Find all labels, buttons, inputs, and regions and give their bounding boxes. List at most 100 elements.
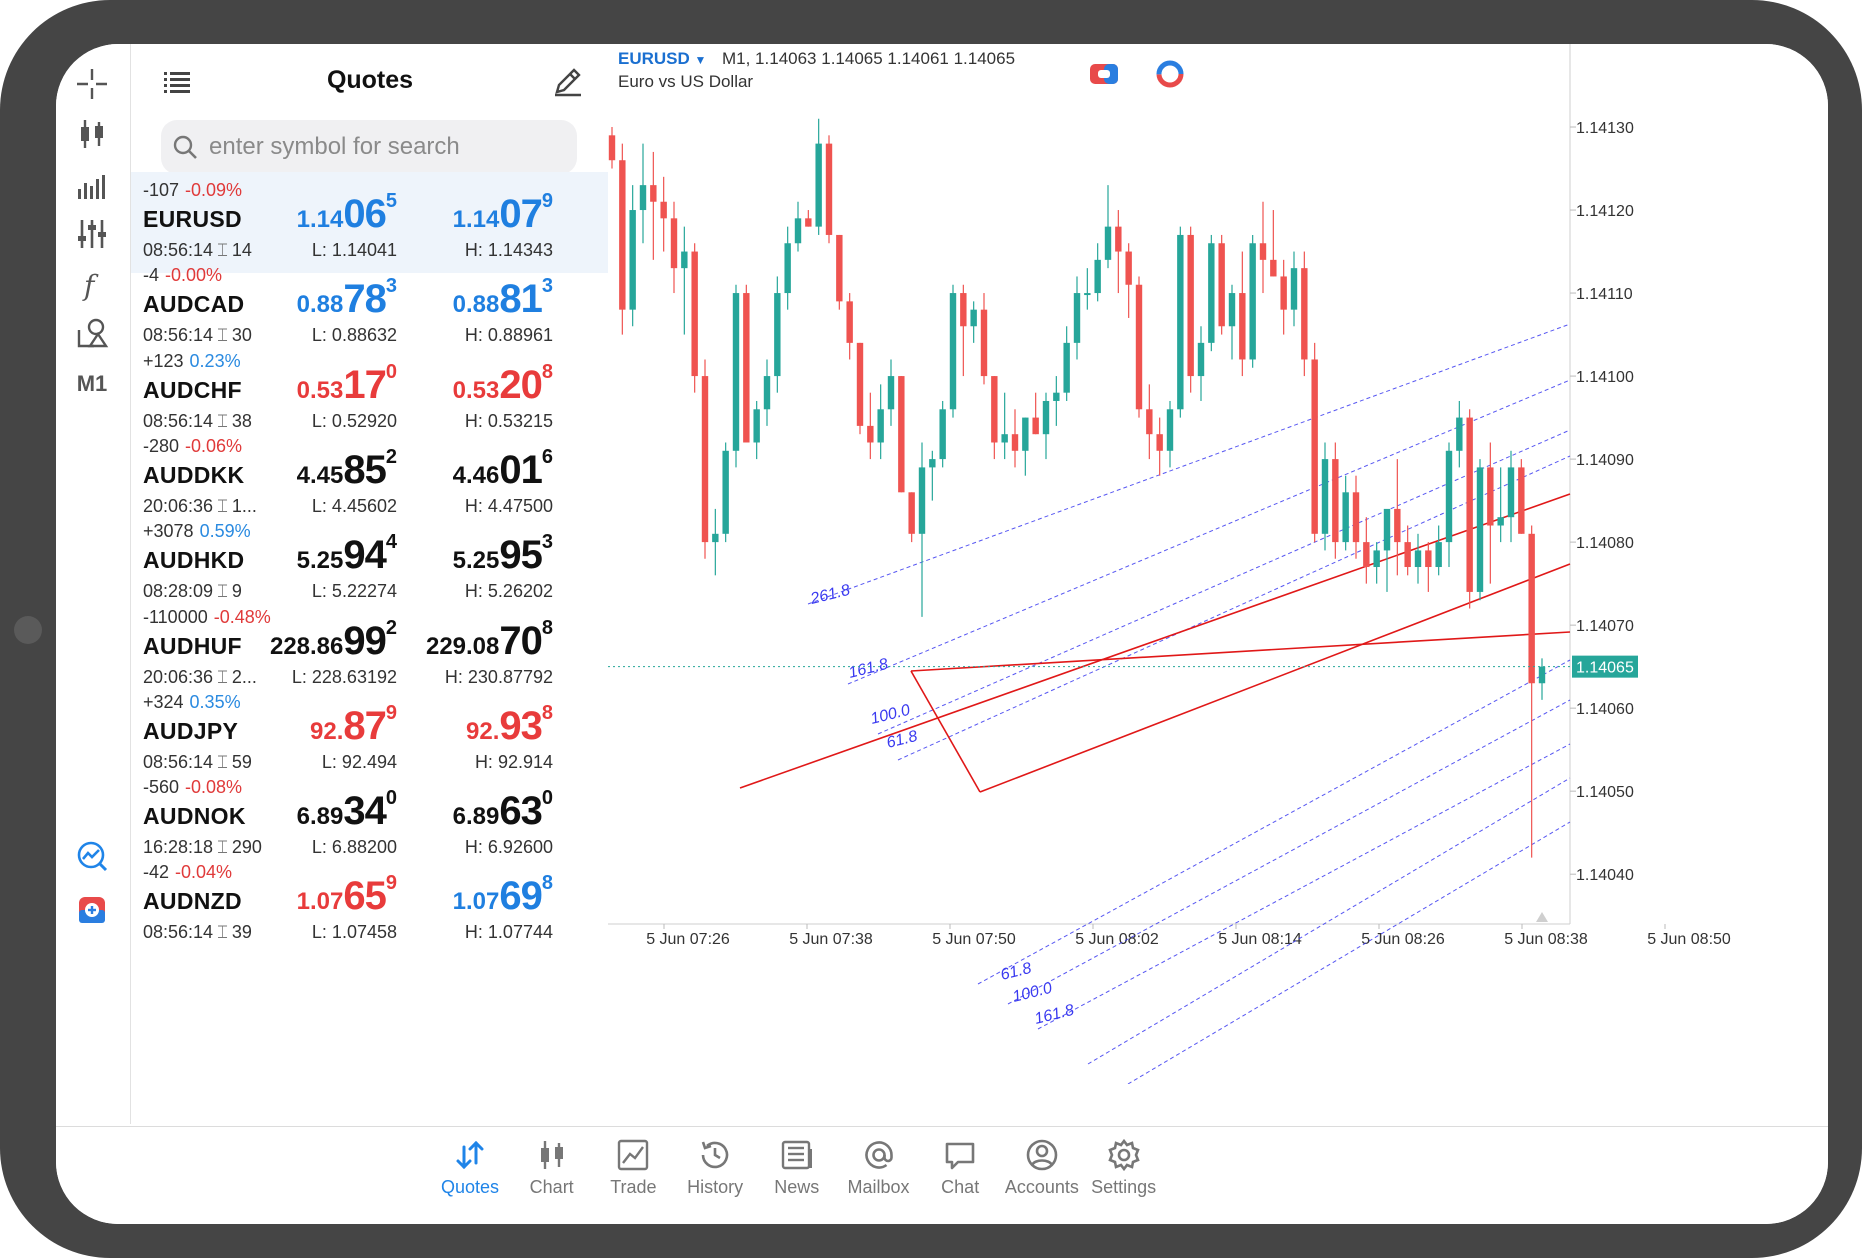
price-axis-label: 1.14090 bbox=[1576, 452, 1634, 469]
bid-price[interactable]: 4.45852 bbox=[227, 446, 397, 493]
bid-price-pips: 78 bbox=[343, 277, 386, 322]
ask-price[interactable]: 92.938 bbox=[383, 702, 553, 749]
depth-of-market-icon[interactable] bbox=[1154, 58, 1186, 90]
price-axis-label: 1.14050 bbox=[1576, 784, 1634, 801]
candle bbox=[1166, 400, 1174, 468]
new-order-icon[interactable] bbox=[70, 888, 114, 932]
quote-row-partial[interactable] bbox=[131, 940, 609, 952]
fib-level-label: 161.8 bbox=[1033, 1002, 1076, 1028]
bid-price[interactable]: 1.14065 bbox=[227, 190, 397, 237]
candle bbox=[1394, 459, 1401, 576]
bid-price[interactable]: 5.25944 bbox=[227, 531, 397, 578]
candle bbox=[1352, 475, 1360, 559]
candle bbox=[1435, 525, 1442, 576]
bid-price[interactable]: 6.89340 bbox=[227, 787, 397, 834]
candle bbox=[1456, 400, 1463, 468]
ask-price-fraction: 6 bbox=[541, 445, 553, 468]
trading-signals-icon[interactable] bbox=[70, 834, 114, 878]
price-axis-label: 1.14110 bbox=[1576, 286, 1633, 303]
candle bbox=[629, 185, 636, 327]
candle bbox=[1249, 234, 1256, 368]
candle bbox=[1270, 210, 1277, 277]
bid-price[interactable]: 0.88783 bbox=[227, 275, 397, 322]
fib-channel-line bbox=[877, 429, 1571, 735]
candle bbox=[1001, 392, 1008, 460]
candle bbox=[1073, 276, 1081, 360]
ask-price-prefix: 229.08 bbox=[425, 632, 500, 660]
bid-price-prefix: 1.14 bbox=[296, 206, 344, 233]
candle bbox=[619, 143, 626, 335]
ask-price[interactable]: 0.88813 bbox=[383, 275, 553, 322]
candle bbox=[763, 359, 771, 426]
candle bbox=[1115, 210, 1122, 294]
symbol-search-input[interactable] bbox=[207, 132, 571, 162]
bid-price[interactable]: 92.879 bbox=[227, 702, 397, 749]
time-axis-label: 5 Jun 08:50 bbox=[1647, 931, 1731, 948]
candle bbox=[1321, 442, 1329, 551]
chart-area[interactable]: 1.14130 1.14120 1.14110 1.14100 1.14090 1.140… bbox=[608, 44, 1828, 1124]
one-click-trading-icon[interactable] bbox=[1088, 58, 1120, 90]
change-percent: -0.00% bbox=[165, 265, 223, 286]
ask-price-pips: 81 bbox=[499, 277, 542, 322]
symbol-search-box[interactable] bbox=[161, 120, 577, 174]
candle bbox=[1290, 251, 1298, 327]
candle bbox=[1404, 525, 1411, 576]
chat-bubble-icon bbox=[945, 1142, 975, 1170]
bid-price-pips: 99 bbox=[343, 618, 386, 663]
candle bbox=[1383, 508, 1391, 592]
candle bbox=[908, 492, 915, 543]
candle bbox=[1425, 542, 1432, 592]
candlestick-chart[interactable]: 1.14130 1.14120 1.14110 1.14100 1.14090 1.140… bbox=[608, 44, 1828, 1084]
bid-price[interactable]: 228.86992 bbox=[227, 617, 397, 664]
fib-level-label: 261.8 bbox=[808, 582, 852, 608]
change-points: -560 bbox=[143, 777, 180, 798]
change-points: +3078 bbox=[143, 521, 194, 542]
crosshair-icon[interactable] bbox=[70, 62, 114, 106]
bid-price-pips: 65 bbox=[343, 874, 386, 919]
ask-price[interactable]: 4.46016 bbox=[383, 445, 553, 493]
indicators-bars-icon[interactable] bbox=[70, 163, 114, 207]
sliders-settings-icon[interactable] bbox=[70, 212, 114, 256]
change-points: -4 bbox=[143, 265, 160, 286]
bid-price-prefix: 6.89 bbox=[296, 803, 344, 831]
fib-channel-line bbox=[1127, 821, 1571, 1084]
ask-price[interactable]: 1.07698 bbox=[383, 872, 553, 919]
chart-symbol-selector[interactable]: EURUSD ▼ bbox=[618, 49, 706, 69]
candle bbox=[1094, 243, 1101, 302]
candle bbox=[794, 201, 802, 252]
ask-price-fraction: 8 bbox=[541, 360, 553, 383]
chart-ohlc: M1, 1.14063 1.14065 1.14061 1.14065 bbox=[722, 49, 1016, 68]
function-f-icon[interactable]: f bbox=[70, 262, 114, 306]
candle bbox=[1445, 442, 1453, 568]
edit-pencil-icon[interactable] bbox=[551, 64, 585, 98]
candle bbox=[1177, 226, 1184, 418]
bid-price-prefix: 5.25 bbox=[296, 547, 344, 575]
ask-price[interactable]: 1.14079 bbox=[383, 190, 553, 237]
change-points: -280 bbox=[143, 435, 180, 456]
ask-price-pips: 70 bbox=[499, 618, 542, 663]
ask-price[interactable]: 229.08708 bbox=[383, 617, 553, 664]
ask-price-fraction: 9 bbox=[541, 190, 553, 212]
current-price-label: 1.14065 bbox=[1576, 660, 1634, 677]
candle bbox=[1084, 268, 1091, 310]
candle bbox=[825, 135, 833, 244]
candle bbox=[805, 210, 812, 227]
timeframe-button[interactable]: M1 bbox=[70, 362, 114, 406]
bid-price[interactable]: 0.53170 bbox=[227, 361, 397, 408]
candle bbox=[650, 151, 657, 260]
ask-price[interactable]: 5.25953 bbox=[383, 531, 553, 578]
bid-price-pips: 06 bbox=[343, 192, 386, 236]
ask-price[interactable]: 0.53208 bbox=[383, 360, 553, 408]
ask-price-fraction: 3 bbox=[541, 275, 553, 298]
candle bbox=[701, 359, 709, 559]
candle bbox=[898, 376, 905, 493]
scroll-end-triangle-icon bbox=[1536, 912, 1548, 922]
objects-shapes-icon[interactable] bbox=[70, 312, 114, 356]
bid-price[interactable]: 1.07659 bbox=[227, 872, 397, 919]
bid-price-pips: 87 bbox=[343, 703, 386, 748]
ask-price[interactable]: 6.89630 bbox=[383, 787, 553, 834]
nav-settings[interactable]: Settings bbox=[1076, 1137, 1172, 1217]
chart-type-candles-icon[interactable] bbox=[70, 112, 114, 156]
bid-price-prefix: 0.88 bbox=[296, 291, 344, 319]
candle bbox=[722, 442, 729, 543]
